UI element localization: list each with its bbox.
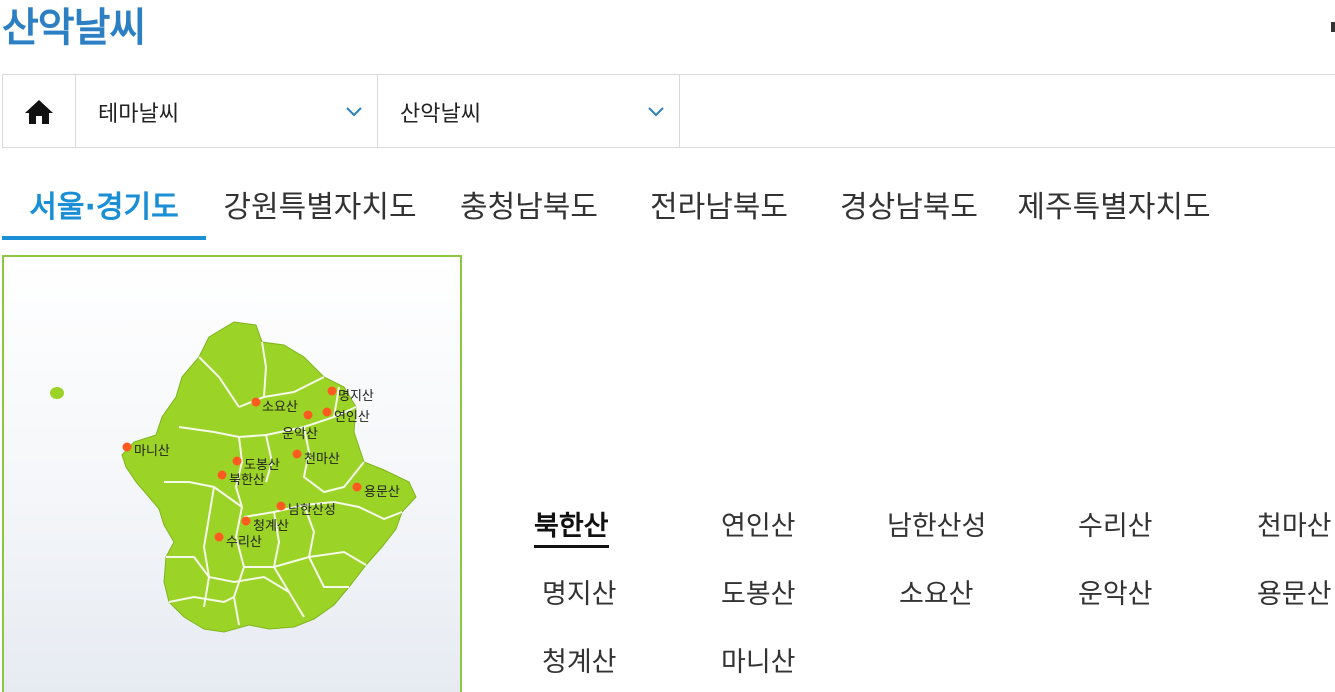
theme-weather-select-label: 테마날씨 [98, 101, 179, 127]
map-label-myeongji[interactable]: 명지산 [338, 389, 374, 404]
home-icon [25, 99, 53, 124]
marker-mani [122, 442, 132, 452]
mountain-item-manisan[interactable]: 마니산 [721, 640, 796, 679]
scroll-indicator [1331, 22, 1335, 32]
region-tabs: 서울·경기도 강원특별자치도 충청남북도 전라남북도 경상남북도 제주특별자치도 [2, 168, 1224, 240]
map-label-cheonggye[interactable]: 청계산 [253, 519, 289, 534]
mountain-item-cheonggyesan[interactable]: 청계산 [542, 640, 617, 679]
map-label-unak[interactable]: 운악산 [282, 427, 318, 442]
mountain-weather-select-label: 산악날씨 [400, 101, 481, 127]
mountain-item-cheonmasan[interactable]: 천마산 [1257, 504, 1332, 543]
marker-yeonin [322, 407, 332, 417]
island-shape [50, 387, 64, 399]
mountain-item-yeoninsan[interactable]: 연인산 [721, 504, 796, 543]
tab-jeolla[interactable]: 전라남북도 [624, 168, 814, 240]
tab-gyeongsang[interactable]: 경상남북도 [814, 168, 1004, 240]
marker-unak [303, 410, 313, 420]
mountain-item-dobongsan[interactable]: 도봉산 [721, 572, 796, 611]
mountain-item-myeongjisan[interactable]: 명지산 [542, 572, 617, 611]
tab-jeju[interactable]: 제주특별자치도 [1004, 168, 1224, 240]
map-label-suri[interactable]: 수리산 [226, 535, 262, 550]
marker-bukhan [217, 470, 227, 480]
home-button[interactable] [2, 75, 76, 148]
map-label-dobong[interactable]: 도봉산 [244, 458, 280, 473]
map-label-yeonin[interactable]: 연인산 [334, 410, 370, 425]
mountain-item-surisan[interactable]: 수리산 [1078, 504, 1153, 543]
marker-yongmun [352, 482, 362, 492]
mountain-item-soyosan[interactable]: 소요산 [899, 572, 974, 611]
page-title: 산악날씨 [2, 5, 146, 51]
region-map: 명지산 소요산 연인산 운악산 마니산 천마산 도봉산 북한산 용문산 남한산성… [2, 255, 462, 692]
mountain-item-namhansanseong[interactable]: 남한산성 [887, 504, 986, 543]
map-label-soyo[interactable]: 소요산 [262, 400, 298, 415]
mountain-item-bukhansan[interactable]: 북한산 [534, 504, 609, 548]
tab-chungcheong[interactable]: 충청남북도 [434, 168, 624, 240]
location-nav-bar: 테마날씨 산악날씨 [2, 74, 1335, 148]
map-label-bukhan[interactable]: 북한산 [229, 473, 265, 488]
chevron-down-icon [648, 106, 664, 116]
marker-namhansanseong [276, 501, 286, 511]
chevron-down-icon [346, 106, 362, 116]
mountain-item-unaksan[interactable]: 운악산 [1078, 572, 1153, 611]
marker-suri [214, 532, 224, 542]
tab-seoul-gyeonggi[interactable]: 서울·경기도 [2, 168, 206, 240]
marker-cheonma [292, 449, 302, 459]
map-label-yongmun[interactable]: 용문산 [364, 485, 400, 500]
marker-myeongji [327, 386, 337, 396]
map-label-mani[interactable]: 마니산 [134, 444, 170, 459]
tab-gangwon[interactable]: 강원특별자치도 [206, 168, 434, 240]
marker-cheonggye [241, 516, 251, 526]
map-label-namhansanseong[interactable]: 남한산성 [288, 503, 336, 518]
marker-dobong [232, 456, 242, 466]
mountain-item-yongmunsan[interactable]: 용문산 [1257, 572, 1332, 611]
gyeonggi-map-shape [121, 321, 417, 633]
mountain-weather-select[interactable]: 산악날씨 [378, 75, 680, 148]
marker-soyo [251, 397, 261, 407]
theme-weather-select[interactable]: 테마날씨 [76, 75, 378, 148]
map-label-cheonma[interactable]: 천마산 [304, 452, 340, 467]
